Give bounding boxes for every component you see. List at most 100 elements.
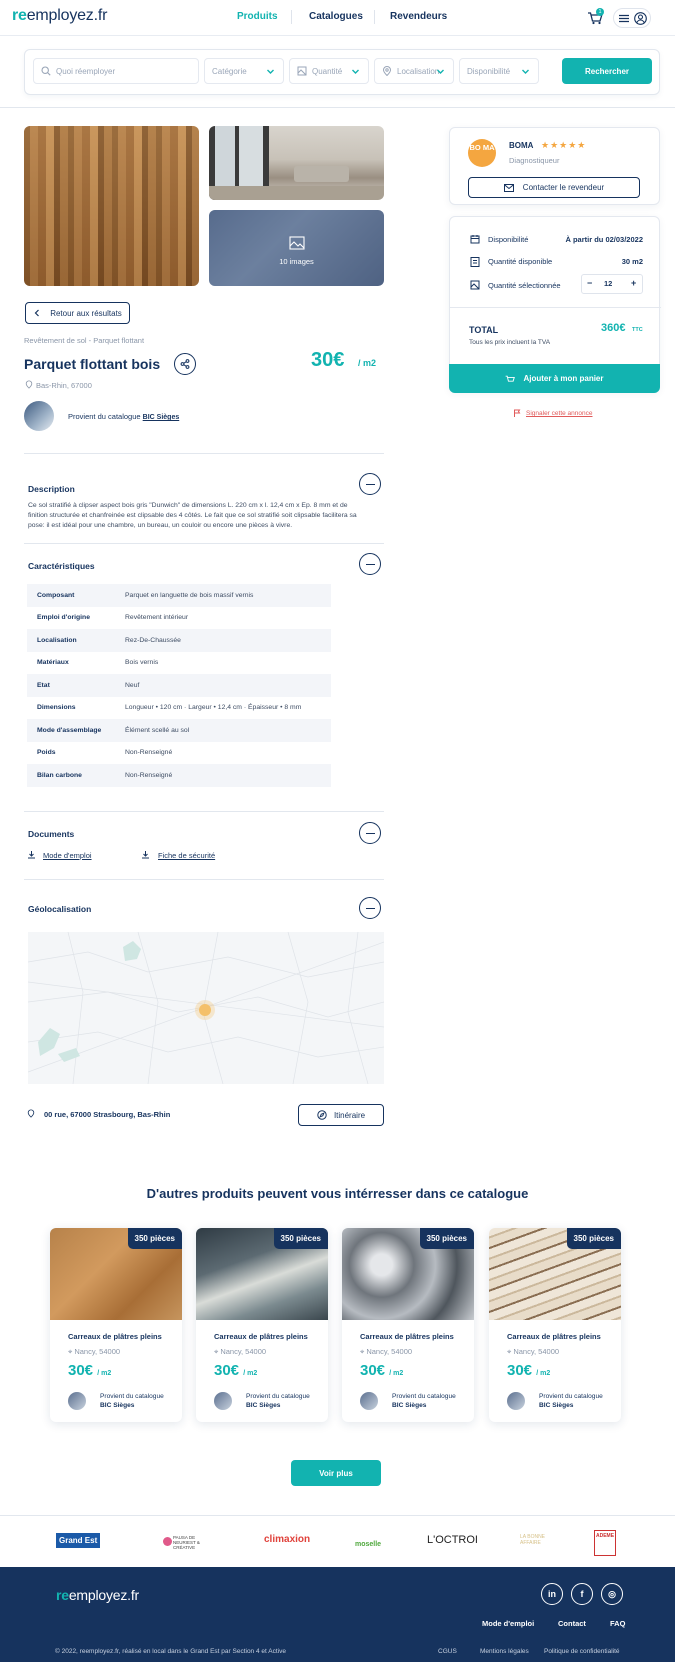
table-row: Emploi d'origine Revêtement intérieur	[27, 607, 331, 630]
product-card-catalogue: Provient du catalogue BIC Sièges	[392, 1393, 456, 1410]
linkedin-icon[interactable]: in	[541, 1583, 563, 1605]
product-card-location-text: Nancy, 54000	[74, 1347, 121, 1356]
quantity-label: Quantité	[312, 66, 343, 76]
catalogue-avatar	[214, 1392, 232, 1410]
location-select[interactable]: Localisation	[374, 58, 454, 84]
map-address: 00 rue, 67000 Strasbourg, Bas-Rhin	[44, 1110, 171, 1119]
table-row: Etat Neuf	[27, 674, 331, 697]
footer-logo[interactable]: reemployez.fr	[56, 1587, 139, 1603]
tva-note: Tous les prix incluent la TVA	[469, 339, 551, 346]
catalogue-prefix: Provient du catalogue	[246, 1393, 310, 1400]
product-card-name: Carreaux de plâtres pleins	[214, 1332, 308, 1341]
see-more-button[interactable]: Voir plus	[291, 1460, 381, 1486]
quantity-value[interactable]: 12	[604, 279, 612, 288]
product-card[interactable]: 350 pièces Carreaux de plâtres pleins ⌖ …	[342, 1228, 474, 1422]
footer-link-faq[interactable]: FAQ	[610, 1619, 625, 1628]
product-card-location-text: Nancy, 54000	[513, 1347, 560, 1356]
partner-logo-ademe[interactable]: ADEME	[594, 1530, 616, 1556]
chevron-left-icon	[34, 309, 40, 317]
divider	[450, 307, 661, 308]
contact-seller-button[interactable]: Contacter le revendeur	[468, 177, 640, 198]
nav-divider	[374, 10, 375, 24]
product-card-location-text: Nancy, 54000	[220, 1347, 267, 1356]
product-card-catalogue: Provient du catalogue BIC Sièges	[246, 1393, 310, 1410]
characteristics-title: Caractéristiques	[28, 561, 95, 571]
catalogue-prefix: Provient du catalogue	[539, 1393, 603, 1400]
product-card[interactable]: 350 pièces Carreaux de plâtres pleins ⌖ …	[489, 1228, 621, 1422]
quantity-stepper[interactable]: − 12 +	[581, 274, 643, 294]
product-price: 30€	[311, 349, 345, 371]
document-link-fiche-securite[interactable]: Fiche de sécurité	[158, 851, 215, 860]
user-menu-button[interactable]	[613, 8, 651, 28]
main-product-image[interactable]	[24, 126, 199, 286]
gallery-image-room[interactable]	[209, 126, 384, 200]
cart-badge: 1	[596, 8, 604, 16]
collapse-characteristics-button[interactable]	[359, 553, 381, 575]
total-label: TOTAL	[469, 325, 499, 335]
back-button[interactable]: Retour aux résultats	[25, 302, 130, 324]
footer-link-mentions-legales[interactable]: Mentions légales	[480, 1648, 529, 1655]
map-marker-icon[interactable]	[199, 1004, 211, 1016]
search-input[interactable]: Quoi réemployer	[33, 58, 199, 84]
facebook-icon[interactable]: f	[571, 1583, 593, 1605]
nav-produits[interactable]: Produits	[237, 11, 278, 22]
partner-logo-moselle[interactable]: moselle	[355, 1541, 381, 1548]
nav-revendeurs[interactable]: Revendeurs	[390, 11, 447, 22]
add-to-cart-button[interactable]: Ajouter à mon panier	[449, 364, 660, 393]
catalogue-name: BIC Sièges	[246, 1401, 281, 1409]
header: reemployez.fr Produits Catalogues Revend…	[0, 0, 675, 36]
table-row: Localisation Rez-De-Chaussée	[27, 629, 331, 652]
divider	[24, 811, 384, 812]
row-key: Matériaux	[37, 659, 69, 667]
row-value: Longueur • 120 cm · Largeur • 12,4 cm · …	[125, 704, 302, 712]
search-button[interactable]: Rechercher	[562, 58, 652, 84]
partner-logo-octroi[interactable]: L'OCTROI	[427, 1534, 478, 1546]
logo[interactable]: reemployez.fr	[12, 7, 107, 25]
product-card-price-value: 30€	[360, 1362, 386, 1379]
footer-link-mode-emploi[interactable]: Mode d'emploi	[482, 1619, 534, 1628]
map[interactable]	[28, 932, 384, 1084]
footer-link-contact[interactable]: Contact	[558, 1619, 586, 1628]
gallery-more-images[interactable]: 10 images	[209, 210, 384, 286]
product-card-price: 30€ / m2	[68, 1362, 111, 1379]
increment-button[interactable]: +	[631, 278, 636, 288]
table-row: Mode d'assemblage Élément scellé au sol	[27, 719, 331, 742]
document-link-mode-emploi[interactable]: Mode d'emploi	[43, 851, 92, 860]
product-card[interactable]: 350 pièces Carreaux de plâtres pleins ⌖ …	[196, 1228, 328, 1422]
footer-link-cgus[interactable]: CGUS	[438, 1648, 457, 1655]
catalogue-name: BIC Sièges	[392, 1401, 427, 1409]
table-row: Matériaux Bois vernis	[27, 652, 331, 675]
category-select[interactable]: Catégorie	[204, 58, 284, 84]
decrement-button[interactable]: −	[587, 278, 592, 288]
catalogue-link[interactable]: BIC Sièges	[143, 414, 180, 421]
partner-logo-climaxion[interactable]: climaxion	[264, 1534, 310, 1545]
product-card-location: ⌖ Nancy, 54000	[68, 1347, 120, 1357]
image-icon	[289, 236, 305, 250]
report-listing-link[interactable]: Signaler cette annonce	[526, 410, 593, 417]
quantity-available-label: Quantité disponible	[488, 257, 553, 266]
footer-link-privacy[interactable]: Politique de confidentialité	[544, 1648, 620, 1655]
itinerary-button[interactable]: Itinéraire	[298, 1104, 384, 1126]
collapse-documents-button[interactable]	[359, 822, 381, 844]
menu-icon	[619, 14, 629, 23]
partner-logo-grand-est[interactable]: Grand Est	[56, 1533, 101, 1548]
collapse-description-button[interactable]	[359, 473, 381, 495]
quantity-select[interactable]: Quantité	[289, 58, 369, 84]
product-card-location: ⌖ Nancy, 54000	[214, 1347, 266, 1357]
product-card-location: ⌖ Nancy, 54000	[360, 1347, 412, 1357]
search-placeholder: Quoi réemployer	[56, 66, 116, 76]
row-key: Composant	[37, 591, 75, 599]
partner-logo-bonne-affaire[interactable]: LA BONNE AFFAIRE	[520, 1534, 548, 1546]
collapse-geolocation-button[interactable]	[359, 897, 381, 919]
share-button[interactable]	[174, 353, 196, 375]
catalogue-avatar	[24, 401, 54, 431]
nav-catalogues[interactable]: Catalogues	[309, 11, 363, 22]
availability-select[interactable]: Disponibilité	[459, 58, 539, 84]
instagram-icon[interactable]: ◎	[601, 1583, 623, 1605]
description-title: Description	[28, 484, 75, 494]
product-card[interactable]: 350 pièces Carreaux de plâtres pleins ⌖ …	[50, 1228, 182, 1422]
product-card-price-unit: / m2	[536, 1370, 551, 1377]
availability-label: Disponibilité	[467, 66, 511, 76]
breadcrumb[interactable]: Revêtement de sol - Parquet flottant	[24, 336, 144, 345]
row-value: Non-Renseigné	[125, 771, 173, 779]
